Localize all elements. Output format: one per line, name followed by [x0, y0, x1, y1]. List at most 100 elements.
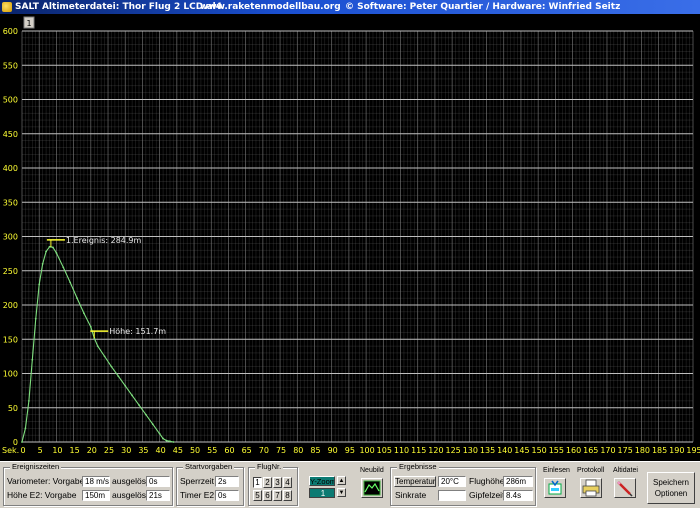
- pen-file-icon: [617, 481, 633, 497]
- chart-svg: 050100150200250300350400450500550600Sek.…: [2, 16, 700, 455]
- data-point: [62, 266, 65, 269]
- yzoom-button[interactable]: Y-Zoom: [309, 476, 335, 486]
- x-tick-label: 155: [549, 446, 564, 455]
- yzoom-select[interactable]: 1: [309, 488, 335, 498]
- x-tick-label: 145: [514, 446, 529, 455]
- data-point: [83, 312, 85, 315]
- data-point: [55, 252, 58, 254]
- flight-8-button[interactable]: 8: [283, 490, 292, 501]
- ergebnisse-group: Ergebnisse Temperatur 20°C Sinkrate Flug…: [390, 462, 536, 506]
- altidatei-button[interactable]: [614, 478, 636, 498]
- data-point: [117, 375, 120, 378]
- gipfelzeit-label: Gipfelzeit: [469, 490, 505, 500]
- x-tick-label: 175: [618, 446, 633, 455]
- x-tick-label: 165: [583, 446, 598, 455]
- data-point: [34, 317, 37, 320]
- x-tick-label: 115: [411, 446, 426, 455]
- read-data-icon: [548, 480, 562, 495]
- x-tick-label: 85: [310, 446, 320, 455]
- altitude-chart: 0 50 100 150 200 250 300 350 400 450 500 550 600 Sek.…: [0, 14, 700, 461]
- variometer-ausgeloest-field[interactable]: 0s: [146, 476, 170, 487]
- ergebnisse-title: Ergebnisse: [397, 462, 439, 471]
- x-tick-label: 110: [394, 446, 409, 455]
- x-tick-label: 50: [190, 446, 200, 455]
- hoehe-e2-label: Höhe E2: Vorgabe: [7, 490, 77, 500]
- data-point: [169, 440, 171, 443]
- timer-e2-field[interactable]: 0s: [215, 490, 239, 501]
- flight-3-button[interactable]: 3: [273, 477, 282, 488]
- data-point: [165, 439, 168, 442]
- speichern-optionen-button[interactable]: Speichern Optionen: [647, 472, 695, 504]
- sinkrate-field[interactable]: [438, 490, 466, 501]
- y-tick-label: 300: [3, 233, 18, 242]
- flight-1-button[interactable]: 1: [253, 477, 262, 488]
- yzoom-down-button[interactable]: ▼: [337, 488, 346, 497]
- x-tick-label: 80: [293, 446, 303, 455]
- yzoom-up-button[interactable]: ▲: [337, 476, 346, 485]
- neubild-button[interactable]: [361, 478, 383, 498]
- data-point: [151, 423, 154, 426]
- data-point: [31, 358, 34, 361]
- corner-badge: 1: [26, 19, 31, 28]
- data-point: [172, 441, 175, 443]
- x-tick-label: 135: [480, 446, 495, 455]
- y-tick-label: 400: [3, 164, 18, 173]
- variometer-ausgeloest-label: ausgelöst: [112, 476, 149, 486]
- data-point: [103, 355, 106, 358]
- flughoehe-field: 286m: [503, 476, 533, 487]
- x-tick-label: 100: [359, 446, 374, 455]
- title-bar: SALT Altimeterdatei: Thor Flug 2 LCD.al4…: [0, 0, 700, 14]
- x-unit-label: Sek.: [2, 446, 19, 455]
- timer-e2-label: Timer E2: [180, 490, 215, 500]
- x-tick-label: 65: [242, 446, 252, 455]
- x-tick-label: 130: [463, 446, 478, 455]
- hoehe-e2-ausgeloest-label: ausgelöst: [112, 490, 149, 500]
- x-tick-label: 150: [532, 446, 547, 455]
- x-tick-label: 70: [259, 446, 269, 455]
- data-point: [124, 384, 127, 387]
- temperatur-field[interactable]: 20°C: [438, 476, 466, 487]
- x-tick-label: 60: [224, 446, 234, 455]
- x-tick-label: 35: [138, 446, 148, 455]
- y-tick-label: 350: [3, 198, 18, 207]
- sperrzeit-field[interactable]: 2s: [215, 476, 239, 487]
- data-point: [162, 437, 164, 440]
- flight-7-button[interactable]: 7: [273, 490, 282, 501]
- einlesen-button[interactable]: [544, 478, 566, 498]
- y-tick-label: 200: [3, 301, 18, 310]
- data-point: [158, 432, 161, 435]
- x-tick-label: 195: [686, 446, 700, 455]
- x-tick-label: 40: [156, 446, 166, 455]
- flugnr-title: FlugNr.: [255, 462, 284, 471]
- data-point: [69, 281, 72, 284]
- altidatei-title: Altidatei: [613, 467, 638, 474]
- x-tick-label: 170: [600, 446, 615, 455]
- data-point: [52, 246, 54, 249]
- flight-4-button[interactable]: 4: [283, 477, 292, 488]
- data-point: [89, 326, 92, 328]
- x-tick-label: 10: [52, 446, 62, 455]
- event-hoehe-label: Höhe: 151.7m: [109, 327, 166, 336]
- protokoll-button[interactable]: [580, 478, 602, 498]
- data-point: [138, 404, 140, 406]
- flight-5-button[interactable]: 5: [253, 490, 262, 501]
- x-tick-label: 185: [652, 446, 667, 455]
- flight-2-button[interactable]: 2: [263, 477, 272, 488]
- flight-6-button[interactable]: 6: [263, 490, 272, 501]
- startvorgaben-title: Startvorgaben: [183, 462, 235, 471]
- protokoll-title: Protokoll: [577, 467, 605, 474]
- temperatur-button[interactable]: Temperatur: [394, 476, 436, 487]
- hoehe-e2-ausgeloest-field[interactable]: 21s: [146, 490, 170, 501]
- data-point: [131, 394, 134, 397]
- window-title-url: www.raketenmodellbau.org: [200, 2, 341, 12]
- startvorgaben-group: Startvorgaben Sperrzeit 2s Timer E2 0s: [176, 462, 244, 506]
- x-tick-label: 5: [38, 446, 43, 455]
- y-tick-label: 500: [3, 96, 18, 105]
- x-tick-label: 160: [566, 446, 581, 455]
- y-tick-label: 600: [3, 27, 18, 36]
- flugnr-group: FlugNr. 1 2 3 4 5 6 7 8: [248, 462, 298, 506]
- hoehe-e2-vorgabe-field[interactable]: 150m: [82, 490, 110, 501]
- data-point: [41, 263, 44, 265]
- variometer-vorgabe-field[interactable]: 18 m/s: [82, 476, 110, 487]
- x-tick-label: 125: [445, 446, 460, 455]
